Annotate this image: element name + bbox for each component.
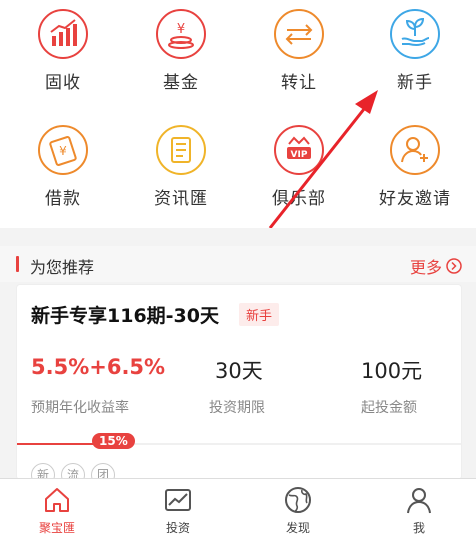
news-icon xyxy=(156,125,206,175)
recommend-header: 为您推荐 更多 xyxy=(0,246,476,282)
plant-hand-icon xyxy=(390,9,440,59)
menu-item-club[interactable]: VIP 俱乐部 xyxy=(244,124,354,209)
menu-label: 新手 xyxy=(397,73,433,93)
menu-item-invite[interactable]: 好友邀请 xyxy=(360,124,470,209)
vip-crown-icon: VIP xyxy=(274,125,324,175)
menu-item-fund[interactable]: ¥ 基金 xyxy=(126,8,236,93)
tab-discover[interactable]: 发现 xyxy=(258,485,338,536)
min-amount-label: 起投金额 xyxy=(361,400,417,416)
menu-item-fixed-income[interactable]: 固收 xyxy=(8,8,118,93)
home-icon xyxy=(45,488,69,512)
transfer-arrows-icon xyxy=(274,9,324,59)
tab-label: 聚宝匯 xyxy=(38,521,75,535)
tab-label: 我 xyxy=(412,521,425,535)
tab-home[interactable]: 聚宝匯 xyxy=(17,485,97,536)
section-divider xyxy=(0,228,476,246)
product-tag: 新手 xyxy=(239,303,280,326)
quick-menu-grid: 固收 ¥ 基金 转让 新手 ¥ 借款 资讯匯 VIP 俱乐部 好友邀请 xyxy=(0,0,476,228)
menu-item-news[interactable]: 资讯匯 xyxy=(126,124,236,209)
term-value: 30天 xyxy=(215,359,263,383)
menu-label: 资讯匯 xyxy=(154,189,208,209)
fund-coin-icon: ¥ xyxy=(156,9,206,59)
loan-card-icon: ¥ xyxy=(38,125,88,175)
menu-label: 基金 xyxy=(163,73,199,93)
recommend-title: 为您推荐 xyxy=(30,258,95,277)
menu-label: 好友邀请 xyxy=(379,189,451,209)
rate-label: 预期年化收益率 xyxy=(31,400,129,416)
invite-friend-icon xyxy=(390,125,440,175)
tab-invest[interactable]: 投资 xyxy=(138,485,218,536)
recommend-section: 为您推荐 更多 新手专享116期-30天 新手 5.5%+6.5% 30天 10… xyxy=(0,246,476,480)
tab-me[interactable]: 我 xyxy=(379,485,459,536)
chart-growth-icon xyxy=(38,9,88,59)
menu-item-loan[interactable]: ¥ 借款 xyxy=(8,124,118,209)
rate-value: 5.5%+6.5% xyxy=(31,355,166,379)
svg-text:VIP: VIP xyxy=(291,150,308,160)
menu-item-newbie[interactable]: 新手 xyxy=(360,8,470,93)
menu-label: 借款 xyxy=(45,189,81,209)
tab-label: 投资 xyxy=(165,521,190,535)
globe-icon xyxy=(285,487,311,513)
chevron-right-circle-icon xyxy=(446,258,462,274)
term-label: 投资期限 xyxy=(209,400,265,416)
more-link[interactable]: 更多 xyxy=(410,254,462,278)
tab-label: 发现 xyxy=(285,521,310,535)
invest-chart-icon xyxy=(165,489,191,511)
profile-icon xyxy=(407,488,431,514)
menu-item-transfer[interactable]: 转让 xyxy=(244,8,354,93)
bottom-tab-bar: 聚宝匯 投资 发现 我 xyxy=(0,478,476,542)
min-amount-value: 100元 xyxy=(361,359,423,383)
svg-text:¥: ¥ xyxy=(59,144,67,158)
progress-badge: 15% xyxy=(92,433,135,449)
menu-label: 转让 xyxy=(281,73,317,93)
menu-label: 固收 xyxy=(45,73,81,93)
svg-text:¥: ¥ xyxy=(177,22,185,37)
section-marker xyxy=(16,256,19,272)
product-card[interactable]: 新手专享116期-30天 新手 5.5%+6.5% 30天 100元 预期年化收… xyxy=(16,284,462,480)
menu-label: 俱乐部 xyxy=(272,189,326,209)
product-name: 新手专享116期-30天 xyxy=(31,305,219,327)
more-label: 更多 xyxy=(409,258,442,277)
